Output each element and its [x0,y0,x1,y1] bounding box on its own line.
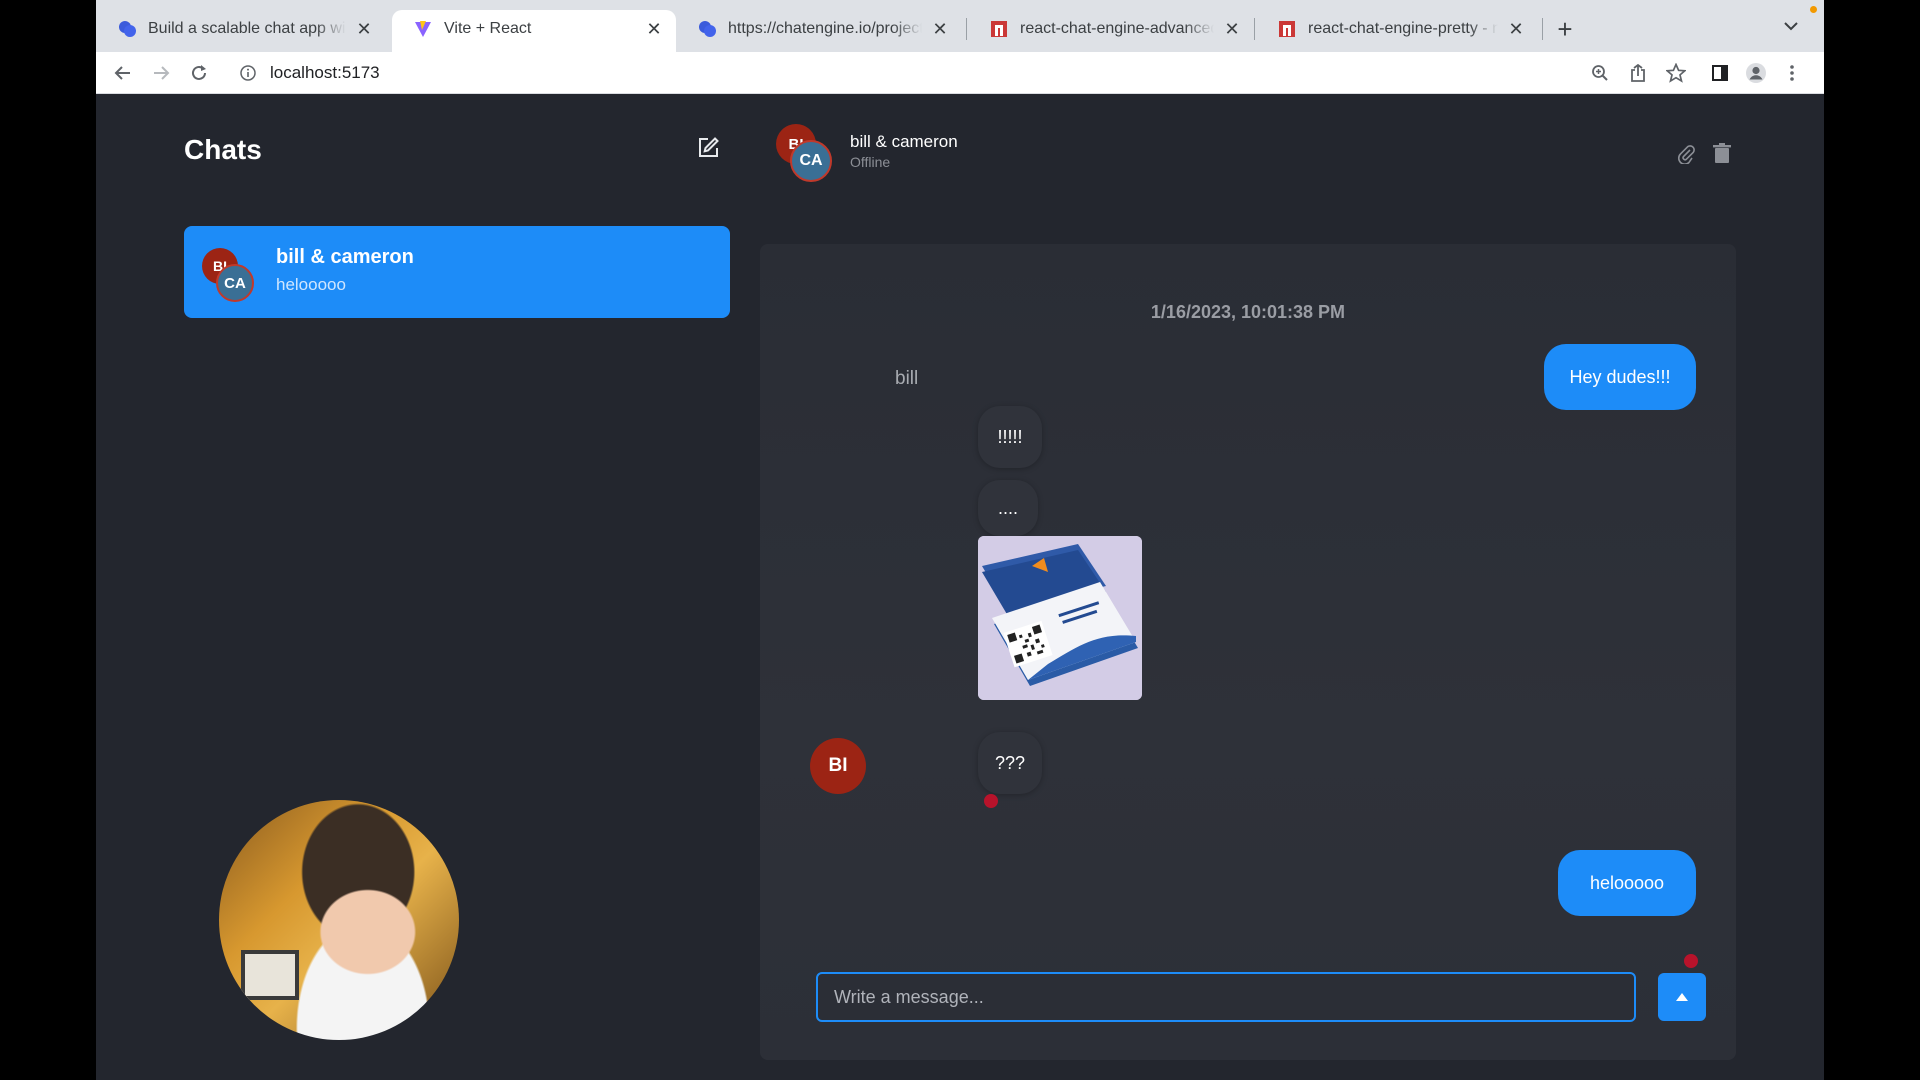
tab-close-icon[interactable]: ✕ [354,19,374,40]
chats-title: Chats [184,134,262,165]
message-bubble-mine[interactable]: Hey dudes!!! [1544,344,1696,410]
message-text: ??? [994,752,1026,773]
paperclip-icon[interactable] [1674,142,1698,166]
tab-separator [1542,18,1543,40]
side-panel-icon[interactable] [1708,61,1732,85]
avatar-cameron: CA [216,264,254,302]
webcam-overlay [219,800,459,1040]
tab-title: https://chatengine.io/projects/7 [728,20,922,37]
tab-title: Build a scalable chat app with [148,20,346,37]
address-bar[interactable]: localhost:5173 [226,57,1686,89]
npm-icon [1278,20,1296,38]
back-arrow-icon[interactable] [110,60,136,86]
tab-vite-react[interactable]: Vite + React ✕ [392,10,676,58]
message-image-business-cards[interactable] [978,536,1142,700]
chat-header-title: bill & cameron [850,132,958,151]
message-bubble-theirs[interactable]: .... [978,480,1038,536]
chat-list-item[interactable]: BI CA bill & cameron helooooo [184,226,730,318]
new-chat-compose-icon[interactable] [694,134,722,162]
vite-icon [414,20,432,38]
webcam-background-detail [241,950,299,1000]
read-receipt-dot [984,794,998,808]
caret-up-icon [1676,993,1688,1001]
chat-last-message: helooooo [276,275,346,294]
tab-npm-advanced[interactable]: react-chat-engine-advanced - ✕ [968,10,1254,48]
message-text: .... [997,497,1018,518]
tab-separator [966,18,967,40]
message-bubble-mine[interactable]: helooooo [1558,850,1696,916]
message-text: !!!!! [997,426,1023,447]
tab-close-icon[interactable]: ✕ [644,19,664,40]
tab-close-icon[interactable]: ✕ [1222,19,1242,40]
message-input[interactable] [816,972,1636,1022]
site-info-icon[interactable] [238,63,258,83]
tab-title: Vite + React [444,20,532,37]
new-tab-plus-icon[interactable]: + [1550,14,1580,45]
tab-close-icon[interactable]: ✕ [930,19,950,40]
tab-close-icon[interactable]: ✕ [1506,19,1526,40]
forward-arrow-icon[interactable] [148,60,174,86]
trash-icon[interactable] [1710,141,1734,165]
tab-separator [1254,18,1255,40]
share-icon[interactable] [1626,61,1650,85]
message-bubble-theirs[interactable]: !!!!! [978,406,1042,468]
chatengine-icon [698,20,716,38]
message-avatar-bill: BI [810,738,866,794]
message-text: Hey dudes!!! [1569,366,1671,387]
url-text[interactable]: localhost:5173 [270,63,380,83]
recording-indicator-icon [1810,6,1817,13]
chat-title: bill & cameron [276,246,414,268]
tab-strip: Build a scalable chat app with ✕ Vite + … [96,0,1824,58]
message-timestamp: 1/16/2023, 10:01:38 PM [1150,302,1346,322]
tab-title: react-chat-engine-advanced - [1020,20,1214,37]
npm-icon [990,20,1008,38]
tab-search-chevron-icon[interactable] [1784,18,1798,34]
message-feed: 1/16/2023, 10:01:38 PM Hey dudes!!! bill… [760,244,1736,1060]
tab-title: react-chat-engine-pretty - npm [1308,20,1498,37]
browser-toolbar: localhost:5173 [96,52,1824,94]
message-bubble-theirs[interactable]: ??? [978,732,1042,794]
browser-window: Build a scalable chat app with ✕ Vite + … [96,0,1824,1080]
tab-chatengine-projects[interactable]: https://chatengine.io/projects/7 ✕ [676,10,962,48]
bookmark-star-icon[interactable] [1664,61,1688,85]
chatengine-icon [118,20,136,38]
sender-name: bill [895,368,919,389]
zoom-icon[interactable] [1588,61,1612,85]
reload-icon[interactable] [186,60,212,86]
send-button[interactable] [1658,973,1706,1021]
read-receipt-dot [1684,954,1698,968]
profile-avatar-icon[interactable] [1744,61,1768,85]
business-card-photo [978,536,1142,700]
header-avatar-cameron: CA [790,140,832,182]
screen: Build a scalable chat app with ✕ Vite + … [0,0,1920,1080]
chat-app: Chats BI CA bill & cameron helooooo BI C… [96,94,1824,1080]
browser-menu-icon[interactable] [1780,61,1804,85]
message-text: helooooo [1589,872,1665,893]
tab-npm-pretty[interactable]: react-chat-engine-pretty - npm ✕ [1256,10,1538,48]
chat-header-status: Offline [850,154,891,170]
tab-build-chat-app[interactable]: Build a scalable chat app with ✕ [96,10,386,48]
